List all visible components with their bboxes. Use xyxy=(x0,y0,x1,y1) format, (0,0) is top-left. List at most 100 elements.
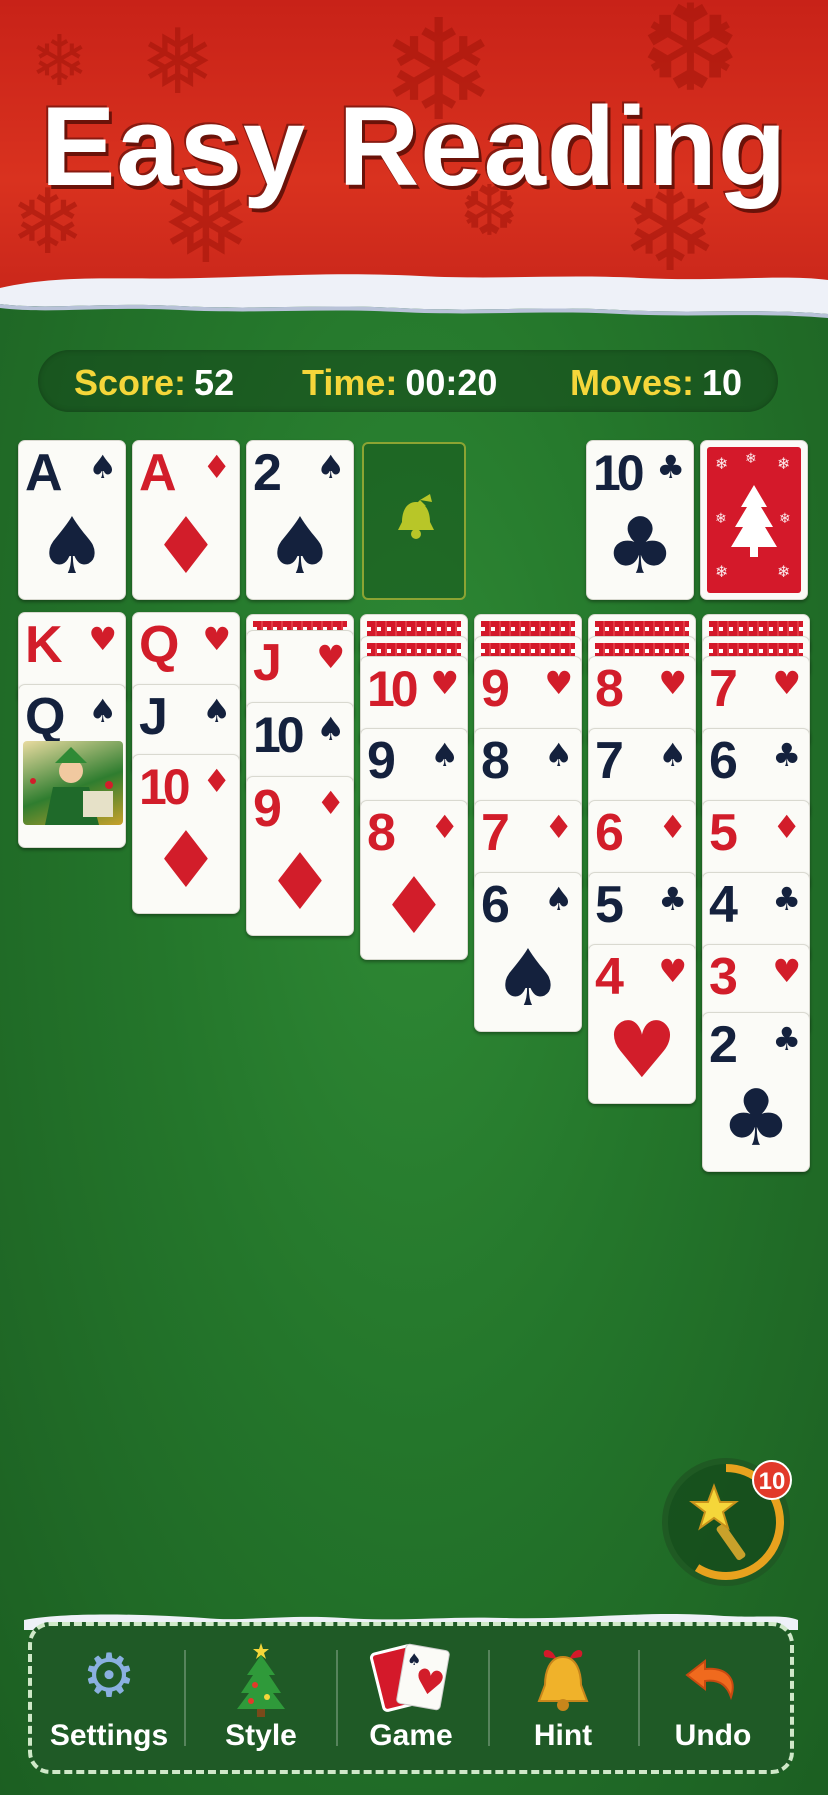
card-rank: 6 xyxy=(595,804,624,862)
card-rank: 6 xyxy=(709,732,738,790)
spade-icon: ♠ xyxy=(316,710,345,748)
spade-icon: ♠ xyxy=(493,934,563,1024)
promo-banner: ❄ ❅ ❄ ❆ ❄ ❅ ❆ ❄ Easy Reading xyxy=(0,0,828,300)
heart-icon: ♥ xyxy=(430,664,459,702)
stock-pile[interactable]: ❄ ❄ ❄ ❄ ❄ ❄ ❄ xyxy=(700,440,808,600)
club-icon: ♣ xyxy=(656,448,685,486)
card-rank: 8 xyxy=(367,804,396,862)
tableau-card[interactable]: 2 ♣ ♣ xyxy=(702,1012,810,1172)
heart-icon: ♥ xyxy=(658,952,687,990)
foundation-pile-2[interactable]: A ♦ ♦ xyxy=(132,440,240,600)
spade-icon: ♠ xyxy=(316,448,345,486)
time-stat: Time: 00:20 xyxy=(302,362,497,404)
card-rank: Q xyxy=(25,688,65,746)
queen-portrait-icon xyxy=(23,741,123,825)
card-rank: 10 xyxy=(139,759,191,815)
card-rank: 9 xyxy=(367,732,396,790)
score-label: Score: xyxy=(74,362,187,403)
snow-edge xyxy=(0,274,828,318)
tableau-card-queen[interactable]: Q ♠ xyxy=(18,684,126,848)
tableau-card[interactable]: 8 ♦ ♦ xyxy=(360,800,468,960)
christmas-tree-icon xyxy=(186,1636,336,1718)
svg-text:❄: ❄ xyxy=(777,562,790,581)
spade-icon: ♠ xyxy=(88,448,117,486)
foundation-pile-1[interactable]: A ♠ ♠ xyxy=(18,440,126,600)
settings-label: Settings xyxy=(49,1719,169,1752)
card-rank: A xyxy=(139,444,177,502)
heart-icon: ♥ xyxy=(772,952,801,990)
hint-button[interactable]: Hint xyxy=(488,1636,638,1762)
svg-text:❄: ❄ xyxy=(779,511,791,527)
tableau-card[interactable]: 6 ♠ ♠ xyxy=(474,872,582,1032)
bell-icon xyxy=(398,494,434,539)
card-rank: 7 xyxy=(595,732,624,790)
playing-cards-icon: ♥ ♠ xyxy=(336,1636,486,1716)
gear-icon: ⚙ xyxy=(82,1641,136,1711)
tableau-card[interactable]: 4 ♥ ♥ xyxy=(588,944,696,1104)
diamond-icon: ♦ xyxy=(316,784,345,822)
card-rank: 5 xyxy=(595,876,624,934)
svg-text:❄: ❄ xyxy=(715,454,728,473)
card-rank: Q xyxy=(139,616,179,674)
heart-icon: ♥ xyxy=(658,664,687,702)
card-rank: 7 xyxy=(709,660,738,718)
spade-icon: ♠ xyxy=(265,502,335,592)
game-label: Game xyxy=(369,1719,453,1752)
card-rank: 5 xyxy=(709,804,738,862)
club-icon: ♣ xyxy=(658,880,687,918)
diamond-icon: ♦ xyxy=(202,762,231,800)
card-rank: J xyxy=(139,688,168,746)
diamond-icon: ♦ xyxy=(772,808,801,846)
card-rank: 3 xyxy=(709,948,738,1006)
svg-text:❄: ❄ xyxy=(715,562,728,581)
card-rank: 9 xyxy=(481,660,510,718)
heart-icon: ♥ xyxy=(88,620,117,658)
foundation-pile-4-empty[interactable] xyxy=(362,442,466,600)
hint-label: Hint xyxy=(533,1719,593,1752)
bell-icon xyxy=(488,1636,638,1716)
club-icon: ♣ xyxy=(605,502,675,592)
diamond-icon: ♦ xyxy=(151,816,221,906)
style-button[interactable]: Style xyxy=(186,1636,336,1762)
heart-icon: ♥ xyxy=(544,664,573,702)
foundation-pile-3[interactable]: 2 ♠ ♠ xyxy=(246,440,354,600)
card-rank: K xyxy=(25,616,63,674)
card-rank: 2 xyxy=(709,1016,738,1074)
moves-value: 10 xyxy=(702,362,743,403)
time-value: 00:20 xyxy=(405,362,498,403)
heart-icon: ♥ xyxy=(607,1006,677,1096)
card-rank: 10 xyxy=(593,445,645,501)
undo-arrow-icon xyxy=(638,1636,788,1716)
waste-card[interactable]: 10 ♣ ♣ xyxy=(586,440,694,600)
tableau-card[interactable]: 9 ♦ ♦ xyxy=(246,776,354,936)
club-icon: ♣ xyxy=(721,1074,791,1164)
undo-button[interactable]: Undo xyxy=(638,1636,788,1762)
diamond-icon: ♦ xyxy=(151,502,221,592)
game-button[interactable]: ♥ ♠ Game xyxy=(336,1636,486,1762)
heart-icon: ♥ xyxy=(202,620,231,658)
spade-icon: ♠ xyxy=(430,736,459,774)
diamond-icon: ♦ xyxy=(430,808,459,846)
banner-title: Easy Reading xyxy=(40,84,788,209)
diamond-icon: ♦ xyxy=(202,448,231,486)
spade-icon: ♠ xyxy=(37,502,107,592)
card-rank: 10 xyxy=(253,707,305,763)
club-icon: ♣ xyxy=(772,736,801,774)
svg-text:❄: ❄ xyxy=(745,451,757,467)
score-value: 52 xyxy=(194,362,235,403)
svg-text:❄: ❄ xyxy=(777,454,790,473)
wand-count-badge: 10 xyxy=(752,1460,792,1500)
svg-text:♠: ♠ xyxy=(407,1650,421,1669)
undo-label: Undo xyxy=(674,1719,752,1752)
tableau-card[interactable]: 10 ♦ ♦ xyxy=(132,754,240,914)
moves-stat: Moves: 10 xyxy=(570,362,742,404)
spade-icon: ♠ xyxy=(658,736,687,774)
card-rank: A xyxy=(25,444,63,502)
card-rank: 8 xyxy=(481,732,510,790)
spade-icon: ♠ xyxy=(544,880,573,918)
style-label: Style xyxy=(225,1719,297,1752)
card-back-pattern: ❄ ❄ ❄ ❄ ❄ ❄ ❄ xyxy=(707,447,801,593)
spade-icon: ♠ xyxy=(544,736,573,774)
christmas-tree-icon: ❄ ❄ ❄ ❄ ❄ ❄ ❄ xyxy=(715,451,791,581)
settings-button[interactable]: ⚙ Settings xyxy=(34,1636,184,1762)
